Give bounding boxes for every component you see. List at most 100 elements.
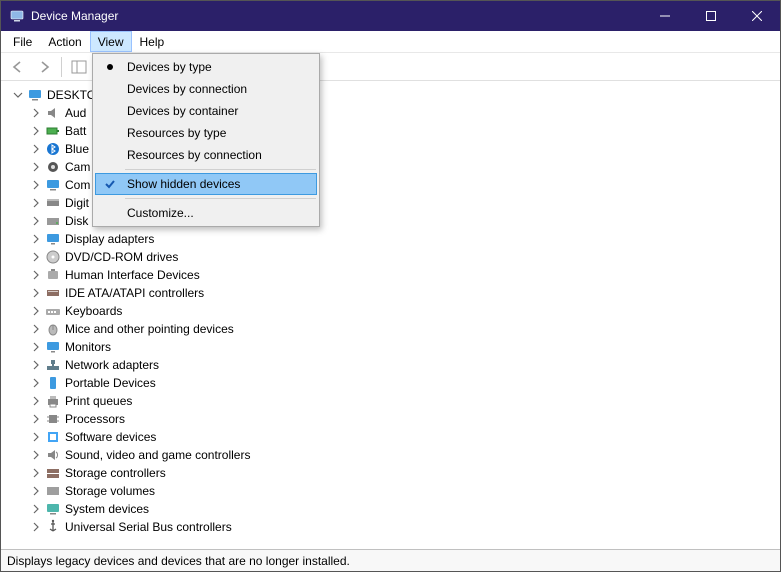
tree-item[interactable]: Display adapters bbox=[7, 230, 780, 248]
tree-item[interactable]: Network adapters bbox=[7, 356, 780, 374]
expand-arrow-icon[interactable] bbox=[11, 88, 25, 102]
menu-item[interactable]: Devices by connection bbox=[95, 78, 317, 100]
status-text: Displays legacy devices and devices that… bbox=[7, 554, 774, 568]
titlebar: Device Manager bbox=[1, 1, 780, 31]
computer-icon bbox=[27, 87, 43, 103]
storage-icon bbox=[45, 465, 61, 481]
tree-item[interactable]: Mice and other pointing devices bbox=[7, 320, 780, 338]
menu-item[interactable]: Show hidden devices bbox=[95, 173, 317, 195]
tree-item-label: Keyboards bbox=[65, 304, 122, 318]
forward-button[interactable] bbox=[33, 56, 55, 78]
menu-item[interactable]: Resources by type bbox=[95, 122, 317, 144]
software-icon bbox=[45, 429, 61, 445]
tree-item[interactable]: Processors bbox=[7, 410, 780, 428]
expand-arrow-icon[interactable] bbox=[29, 394, 43, 408]
menu-action[interactable]: Action bbox=[40, 31, 89, 52]
printer-icon bbox=[45, 393, 61, 409]
dvd-icon bbox=[45, 249, 61, 265]
expand-arrow-icon[interactable] bbox=[29, 322, 43, 336]
menu-separator bbox=[125, 169, 316, 170]
tree-item[interactable]: Portable Devices bbox=[7, 374, 780, 392]
expand-arrow-icon[interactable] bbox=[29, 412, 43, 426]
cpu-icon bbox=[45, 411, 61, 427]
menu-item[interactable]: Resources by connection bbox=[95, 144, 317, 166]
hid-icon bbox=[45, 267, 61, 283]
expand-arrow-icon[interactable] bbox=[29, 340, 43, 354]
ide-icon bbox=[45, 285, 61, 301]
expand-arrow-icon[interactable] bbox=[29, 250, 43, 264]
expand-arrow-icon[interactable] bbox=[29, 106, 43, 120]
tree-item-label: Print queues bbox=[65, 394, 132, 408]
expand-arrow-icon[interactable] bbox=[29, 304, 43, 318]
expand-arrow-icon[interactable] bbox=[29, 178, 43, 192]
menu-item-label: Customize... bbox=[121, 206, 194, 220]
tree-item-label: Storage controllers bbox=[65, 466, 166, 480]
battery-icon bbox=[45, 123, 61, 139]
maximize-button[interactable] bbox=[688, 1, 734, 31]
tree-item[interactable]: Human Interface Devices bbox=[7, 266, 780, 284]
menu-item[interactable]: Devices by type bbox=[95, 56, 317, 78]
toolbar-separator bbox=[61, 57, 62, 77]
expand-arrow-icon[interactable] bbox=[29, 286, 43, 300]
tree-item[interactable]: DVD/CD-ROM drives bbox=[7, 248, 780, 266]
keyboard-icon bbox=[45, 303, 61, 319]
menu-item-label: Resources by type bbox=[121, 126, 226, 140]
tree-item-label: Universal Serial Bus controllers bbox=[65, 520, 232, 534]
back-button[interactable] bbox=[7, 56, 29, 78]
menu-item-label: Resources by connection bbox=[121, 148, 262, 162]
menubar: File Action View Help Devices by typeDev… bbox=[1, 31, 780, 53]
tree-item-label: Blue bbox=[65, 142, 89, 156]
expand-arrow-icon[interactable] bbox=[29, 232, 43, 246]
tree-item[interactable]: Print queues bbox=[7, 392, 780, 410]
tree-item-label: IDE ATA/ATAPI controllers bbox=[65, 286, 204, 300]
tree-item-label: Disk bbox=[65, 214, 88, 228]
expand-arrow-icon[interactable] bbox=[29, 196, 43, 210]
tree-item[interactable]: System devices bbox=[7, 500, 780, 518]
minimize-button[interactable] bbox=[642, 1, 688, 31]
menu-item[interactable]: Customize... bbox=[95, 202, 317, 224]
expand-arrow-icon[interactable] bbox=[29, 502, 43, 516]
menu-item-label: Devices by type bbox=[121, 60, 212, 74]
tree-item[interactable]: Storage controllers bbox=[7, 464, 780, 482]
show-hide-tree-button[interactable] bbox=[68, 56, 90, 78]
expand-arrow-icon[interactable] bbox=[29, 358, 43, 372]
tree-item[interactable]: Storage volumes bbox=[7, 482, 780, 500]
expand-arrow-icon[interactable] bbox=[29, 484, 43, 498]
menu-file[interactable]: File bbox=[5, 31, 40, 52]
tree-item-label: Batt bbox=[65, 124, 86, 138]
menu-help[interactable]: Help bbox=[132, 31, 173, 52]
tree-item[interactable]: Software devices bbox=[7, 428, 780, 446]
tree-item-label: Network adapters bbox=[65, 358, 159, 372]
window-title: Device Manager bbox=[31, 9, 642, 23]
tree-item[interactable]: IDE ATA/ATAPI controllers bbox=[7, 284, 780, 302]
view-dropdown: Devices by type Devices by connectionDevi… bbox=[92, 53, 320, 227]
tree-item[interactable]: Keyboards bbox=[7, 302, 780, 320]
expand-arrow-icon[interactable] bbox=[29, 160, 43, 174]
tree-item-label: Com bbox=[65, 178, 90, 192]
tree-item-label: Human Interface Devices bbox=[65, 268, 200, 282]
expand-arrow-icon[interactable] bbox=[29, 142, 43, 156]
expand-arrow-icon[interactable] bbox=[29, 214, 43, 228]
expand-arrow-icon[interactable] bbox=[29, 376, 43, 390]
tree-root-label: DESKTO bbox=[47, 88, 96, 102]
tree-item-label: System devices bbox=[65, 502, 149, 516]
menu-view[interactable]: View bbox=[90, 31, 132, 52]
tree-item-label: Display adapters bbox=[65, 232, 154, 246]
tree-item[interactable]: Sound, video and game controllers bbox=[7, 446, 780, 464]
volume-icon bbox=[45, 483, 61, 499]
tree-item[interactable]: Monitors bbox=[7, 338, 780, 356]
expand-arrow-icon[interactable] bbox=[29, 466, 43, 480]
close-button[interactable] bbox=[734, 1, 780, 31]
statusbar: Displays legacy devices and devices that… bbox=[1, 549, 780, 571]
expand-arrow-icon[interactable] bbox=[29, 448, 43, 462]
menu-item[interactable]: Devices by container bbox=[95, 100, 317, 122]
expand-arrow-icon[interactable] bbox=[29, 520, 43, 534]
expand-arrow-icon[interactable] bbox=[29, 430, 43, 444]
tree-item-label: DVD/CD-ROM drives bbox=[65, 250, 178, 264]
tree-item[interactable]: Universal Serial Bus controllers bbox=[7, 518, 780, 536]
menu-item-label: Show hidden devices bbox=[121, 177, 240, 191]
tree-item-label: Cam bbox=[65, 160, 90, 174]
expand-arrow-icon[interactable] bbox=[29, 124, 43, 138]
computer-icon bbox=[45, 177, 61, 193]
expand-arrow-icon[interactable] bbox=[29, 268, 43, 282]
